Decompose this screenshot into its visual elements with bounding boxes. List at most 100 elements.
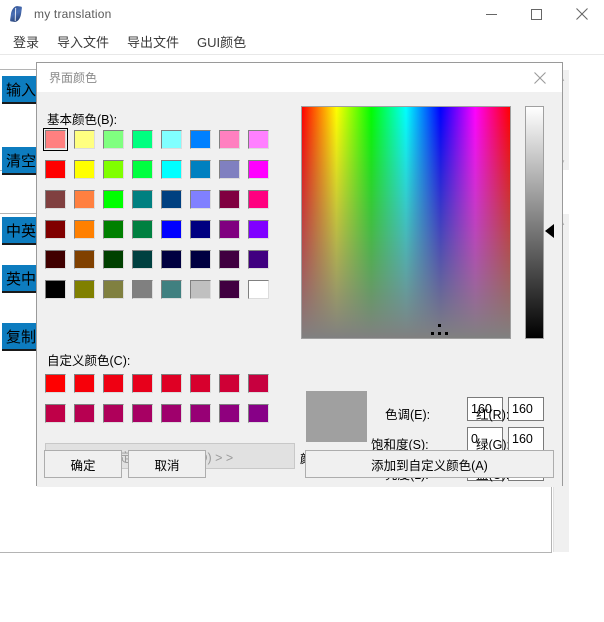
color-swatch[interactable] [43, 279, 68, 300]
color-swatch[interactable] [72, 159, 97, 180]
color-swatch[interactable] [246, 219, 271, 240]
color-swatch[interactable] [159, 189, 184, 210]
color-swatch[interactable] [130, 219, 155, 240]
color-swatch-fill [219, 160, 240, 179]
color-swatch[interactable] [72, 219, 97, 240]
color-swatch[interactable] [72, 279, 97, 300]
menu-item-gui-color[interactable]: GUI颜色 [188, 29, 255, 54]
color-swatch[interactable] [72, 189, 97, 210]
color-swatch-fill [190, 250, 211, 269]
color-swatch[interactable] [246, 279, 271, 300]
color-swatch[interactable] [130, 159, 155, 180]
color-swatch-fill [45, 220, 66, 239]
color-swatch[interactable] [159, 279, 184, 300]
color-swatch-fill [74, 160, 95, 179]
color-swatch-fill [219, 220, 240, 239]
color-swatch[interactable] [246, 403, 271, 424]
color-swatch[interactable] [101, 129, 126, 150]
color-swatch[interactable] [43, 189, 68, 210]
color-swatch[interactable] [217, 249, 242, 270]
color-swatch[interactable] [159, 129, 184, 150]
side-button-label: 英中 [6, 270, 37, 288]
color-swatch[interactable] [246, 189, 271, 210]
color-swatch[interactable] [188, 219, 213, 240]
basic-colors-grid[interactable] [43, 128, 275, 309]
color-swatch[interactable] [130, 189, 155, 210]
color-swatch[interactable] [130, 249, 155, 270]
color-swatch[interactable] [246, 159, 271, 180]
menubar: 登录 导入文件 导出文件 GUI颜色 [0, 28, 604, 54]
close-button[interactable] [559, 0, 604, 28]
color-swatch[interactable] [101, 249, 126, 270]
color-swatch[interactable] [159, 159, 184, 180]
color-swatch[interactable] [72, 403, 97, 424]
color-swatch[interactable] [217, 279, 242, 300]
color-swatch-fill [103, 160, 124, 179]
color-swatch[interactable] [72, 129, 97, 150]
luminance-slider-bar[interactable] [525, 106, 544, 339]
color-swatch[interactable] [159, 249, 184, 270]
red-input[interactable]: 160 [508, 397, 544, 421]
color-swatch-fill [248, 404, 269, 423]
color-swatch[interactable] [130, 373, 155, 394]
color-swatch-fill [190, 220, 211, 239]
add-to-custom-colors-button[interactable]: 添加到自定义颜色(A) [305, 450, 554, 478]
color-swatch[interactable] [188, 403, 213, 424]
color-swatch[interactable] [188, 249, 213, 270]
color-swatch[interactable] [217, 159, 242, 180]
color-swatch[interactable] [43, 373, 68, 394]
color-swatch[interactable] [101, 373, 126, 394]
color-swatch-fill [45, 404, 66, 423]
color-swatch[interactable] [217, 219, 242, 240]
color-swatch[interactable] [101, 219, 126, 240]
color-swatch[interactable] [217, 189, 242, 210]
color-swatch[interactable] [72, 249, 97, 270]
color-swatch[interactable] [101, 279, 126, 300]
color-swatch[interactable] [43, 159, 68, 180]
color-swatch[interactable] [188, 373, 213, 394]
maximize-button[interactable] [514, 0, 559, 28]
color-swatch[interactable] [130, 279, 155, 300]
ok-button[interactable]: 确定 [44, 450, 122, 478]
color-swatch[interactable] [130, 403, 155, 424]
color-swatch[interactable] [159, 403, 184, 424]
custom-colors-grid[interactable] [43, 373, 275, 433]
menu-item-export-file[interactable]: 导出文件 [118, 29, 188, 54]
color-swatch[interactable] [217, 373, 242, 394]
color-swatch[interactable] [101, 189, 126, 210]
color-swatch[interactable] [101, 403, 126, 424]
color-swatch[interactable] [101, 159, 126, 180]
color-swatch[interactable] [188, 279, 213, 300]
color-swatch[interactable] [43, 249, 68, 270]
minimize-button[interactable] [469, 0, 514, 28]
color-swatch-fill [132, 190, 153, 209]
color-swatch-fill [132, 280, 153, 299]
color-swatch[interactable] [246, 129, 271, 150]
color-swatch[interactable] [188, 189, 213, 210]
color-swatch[interactable] [188, 159, 213, 180]
color-swatch[interactable] [217, 403, 242, 424]
color-swatch[interactable] [217, 129, 242, 150]
color-swatch-fill [132, 404, 153, 423]
color-swatch[interactable] [43, 128, 68, 151]
color-swatch[interactable] [159, 373, 184, 394]
color-swatch-fill [103, 280, 124, 299]
green-input[interactable]: 160 [508, 427, 544, 451]
color-swatch[interactable] [188, 129, 213, 150]
dialog-close-icon[interactable] [518, 63, 562, 92]
color-swatch-fill [161, 404, 182, 423]
color-swatch[interactable] [43, 219, 68, 240]
color-swatch[interactable] [72, 373, 97, 394]
color-swatch[interactable] [43, 403, 68, 424]
color-swatch-fill [190, 190, 211, 209]
menu-item-import-file[interactable]: 导入文件 [48, 29, 118, 54]
color-gradient-field[interactable] [301, 106, 511, 339]
color-swatch[interactable] [159, 219, 184, 240]
color-swatch-fill [219, 280, 240, 299]
color-swatch[interactable] [130, 129, 155, 150]
cancel-button[interactable]: 取消 [128, 450, 206, 478]
luminance-slider-arrow[interactable] [545, 223, 554, 238]
menu-item-login[interactable]: 登录 [4, 29, 48, 54]
color-swatch[interactable] [246, 249, 271, 270]
color-swatch[interactable] [246, 373, 271, 394]
